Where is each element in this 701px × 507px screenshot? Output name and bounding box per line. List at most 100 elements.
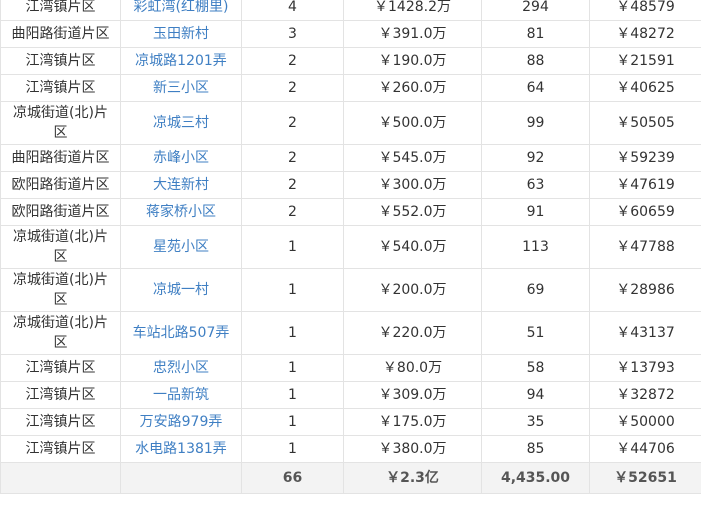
unit-price-cell: ￥44706 [589,435,701,463]
unit-price-cell: ￥50505 [589,101,701,145]
community-link[interactable]: 大连新村 [120,171,242,199]
total-price-cell: ￥190.0万 [343,47,482,75]
size-cell: 51 [481,311,590,355]
total-price-cell: ￥175.0万 [343,408,482,436]
community-link[interactable]: 星苑小区 [120,225,242,269]
total-price-cell: ￥391.0万 [343,20,482,48]
count-cell: 2 [241,101,344,145]
total-unit-price: ￥52651 [589,462,701,494]
total-price-cell: ￥260.0万 [343,74,482,102]
community-link[interactable]: 万安路979弄 [120,408,242,436]
community-link[interactable]: 凉城路1201弄 [120,47,242,75]
area-cell: 江湾镇片区 [0,435,121,463]
listing-stats-table: 江湾镇片区 彩虹湾(红棚里) 4 ￥1428.2万 294 ￥48579 曲阳路街道片区 玉田… [0,0,701,494]
community-link[interactable]: 新三小区 [120,74,242,102]
community-link[interactable]: 车站北路507弄 [120,311,242,355]
count-cell: 2 [241,74,344,102]
total-price-cell: ￥220.0万 [343,311,482,355]
count-cell: 2 [241,198,344,226]
community-link[interactable]: 蒋家桥小区 [120,198,242,226]
area-cell: 凉城街道(北)片区 [0,268,121,312]
count-cell: 2 [241,144,344,172]
size-cell: 81 [481,20,590,48]
total-price-cell: ￥552.0万 [343,198,482,226]
table-row: 江湾镇片区 水电路1381弄 1 ￥380.0万 85 ￥44706 [0,435,701,463]
count-cell: 1 [241,268,344,312]
table-row: 欧阳路街道片区 大连新村 2 ￥300.0万 63 ￥47619 [0,171,701,199]
count-cell: 2 [241,171,344,199]
count-cell: 4 [241,0,344,21]
total-area [0,462,121,494]
table-row: 江湾镇片区 新三小区 2 ￥260.0万 64 ￥40625 [0,74,701,102]
total-price-cell: ￥1428.2万 [343,0,482,21]
size-cell: 64 [481,74,590,102]
area-cell: 凉城街道(北)片区 [0,101,121,145]
size-cell: 91 [481,198,590,226]
unit-price-cell: ￥60659 [589,198,701,226]
community-link[interactable]: 凉城一村 [120,268,242,312]
community-link[interactable]: 忠烈小区 [120,354,242,382]
area-cell: 江湾镇片区 [0,47,121,75]
total-count: 66 [241,462,344,494]
unit-price-cell: ￥59239 [589,144,701,172]
total-price-cell: ￥545.0万 [343,144,482,172]
unit-price-cell: ￥13793 [589,354,701,382]
count-cell: 1 [241,311,344,355]
size-cell: 113 [481,225,590,269]
unit-price-cell: ￥47619 [589,171,701,199]
table-row: 凉城街道(北)片区 凉城一村 1 ￥200.0万 69 ￥28986 [0,268,701,312]
count-cell: 1 [241,408,344,436]
table-body: 江湾镇片区 彩虹湾(红棚里) 4 ￥1428.2万 294 ￥48579 曲阳路街道片区 玉田… [0,0,701,463]
table-row: 江湾镇片区 一品新筑 1 ￥309.0万 94 ￥32872 [0,381,701,409]
table-row: 凉城街道(北)片区 凉城三村 2 ￥500.0万 99 ￥50505 [0,101,701,145]
area-cell: 江湾镇片区 [0,354,121,382]
community-link[interactable]: 一品新筑 [120,381,242,409]
unit-price-cell: ￥21591 [589,47,701,75]
unit-price-cell: ￥32872 [589,381,701,409]
unit-price-cell: ￥43137 [589,311,701,355]
total-price-cell: ￥380.0万 [343,435,482,463]
size-cell: 88 [481,47,590,75]
area-cell: 欧阳路街道片区 [0,198,121,226]
count-cell: 1 [241,225,344,269]
size-cell: 94 [481,381,590,409]
community-link[interactable]: 水电路1381弄 [120,435,242,463]
area-cell: 曲阳路街道片区 [0,144,121,172]
size-cell: 69 [481,268,590,312]
count-cell: 1 [241,435,344,463]
area-cell: 凉城街道(北)片区 [0,225,121,269]
community-link[interactable]: 凉城三村 [120,101,242,145]
unit-price-cell: ￥40625 [589,74,701,102]
table-row: 江湾镇片区 万安路979弄 1 ￥175.0万 35 ￥50000 [0,408,701,436]
table-row: 曲阳路街道片区 玉田新村 3 ￥391.0万 81 ￥48272 [0,20,701,48]
area-cell: 江湾镇片区 [0,408,121,436]
total-size: 4,435.00 [481,462,590,494]
community-link[interactable]: 彩虹湾(红棚里) [120,0,242,21]
table-row: 江湾镇片区 彩虹湾(红棚里) 4 ￥1428.2万 294 ￥48579 [0,0,701,21]
area-cell: 江湾镇片区 [0,74,121,102]
unit-price-cell: ￥28986 [589,268,701,312]
total-price-cell: ￥540.0万 [343,225,482,269]
total-community [120,462,242,494]
total-price: ￥2.3亿 [343,462,482,494]
table-row: 凉城街道(北)片区 车站北路507弄 1 ￥220.0万 51 ￥43137 [0,311,701,355]
size-cell: 85 [481,435,590,463]
size-cell: 99 [481,101,590,145]
count-cell: 2 [241,47,344,75]
community-link[interactable]: 玉田新村 [120,20,242,48]
unit-price-cell: ￥47788 [589,225,701,269]
table-row: 江湾镇片区 忠烈小区 1 ￥80.0万 58 ￥13793 [0,354,701,382]
unit-price-cell: ￥48272 [589,20,701,48]
community-link[interactable]: 赤峰小区 [120,144,242,172]
size-cell: 63 [481,171,590,199]
count-cell: 3 [241,20,344,48]
area-cell: 曲阳路街道片区 [0,20,121,48]
size-cell: 58 [481,354,590,382]
table-total-row: 66 ￥2.3亿 4,435.00 ￥52651 [0,462,701,494]
table-row: 江湾镇片区 凉城路1201弄 2 ￥190.0万 88 ￥21591 [0,47,701,75]
unit-price-cell: ￥48579 [589,0,701,21]
count-cell: 1 [241,354,344,382]
count-cell: 1 [241,381,344,409]
area-cell: 江湾镇片区 [0,0,121,21]
area-cell: 欧阳路街道片区 [0,171,121,199]
